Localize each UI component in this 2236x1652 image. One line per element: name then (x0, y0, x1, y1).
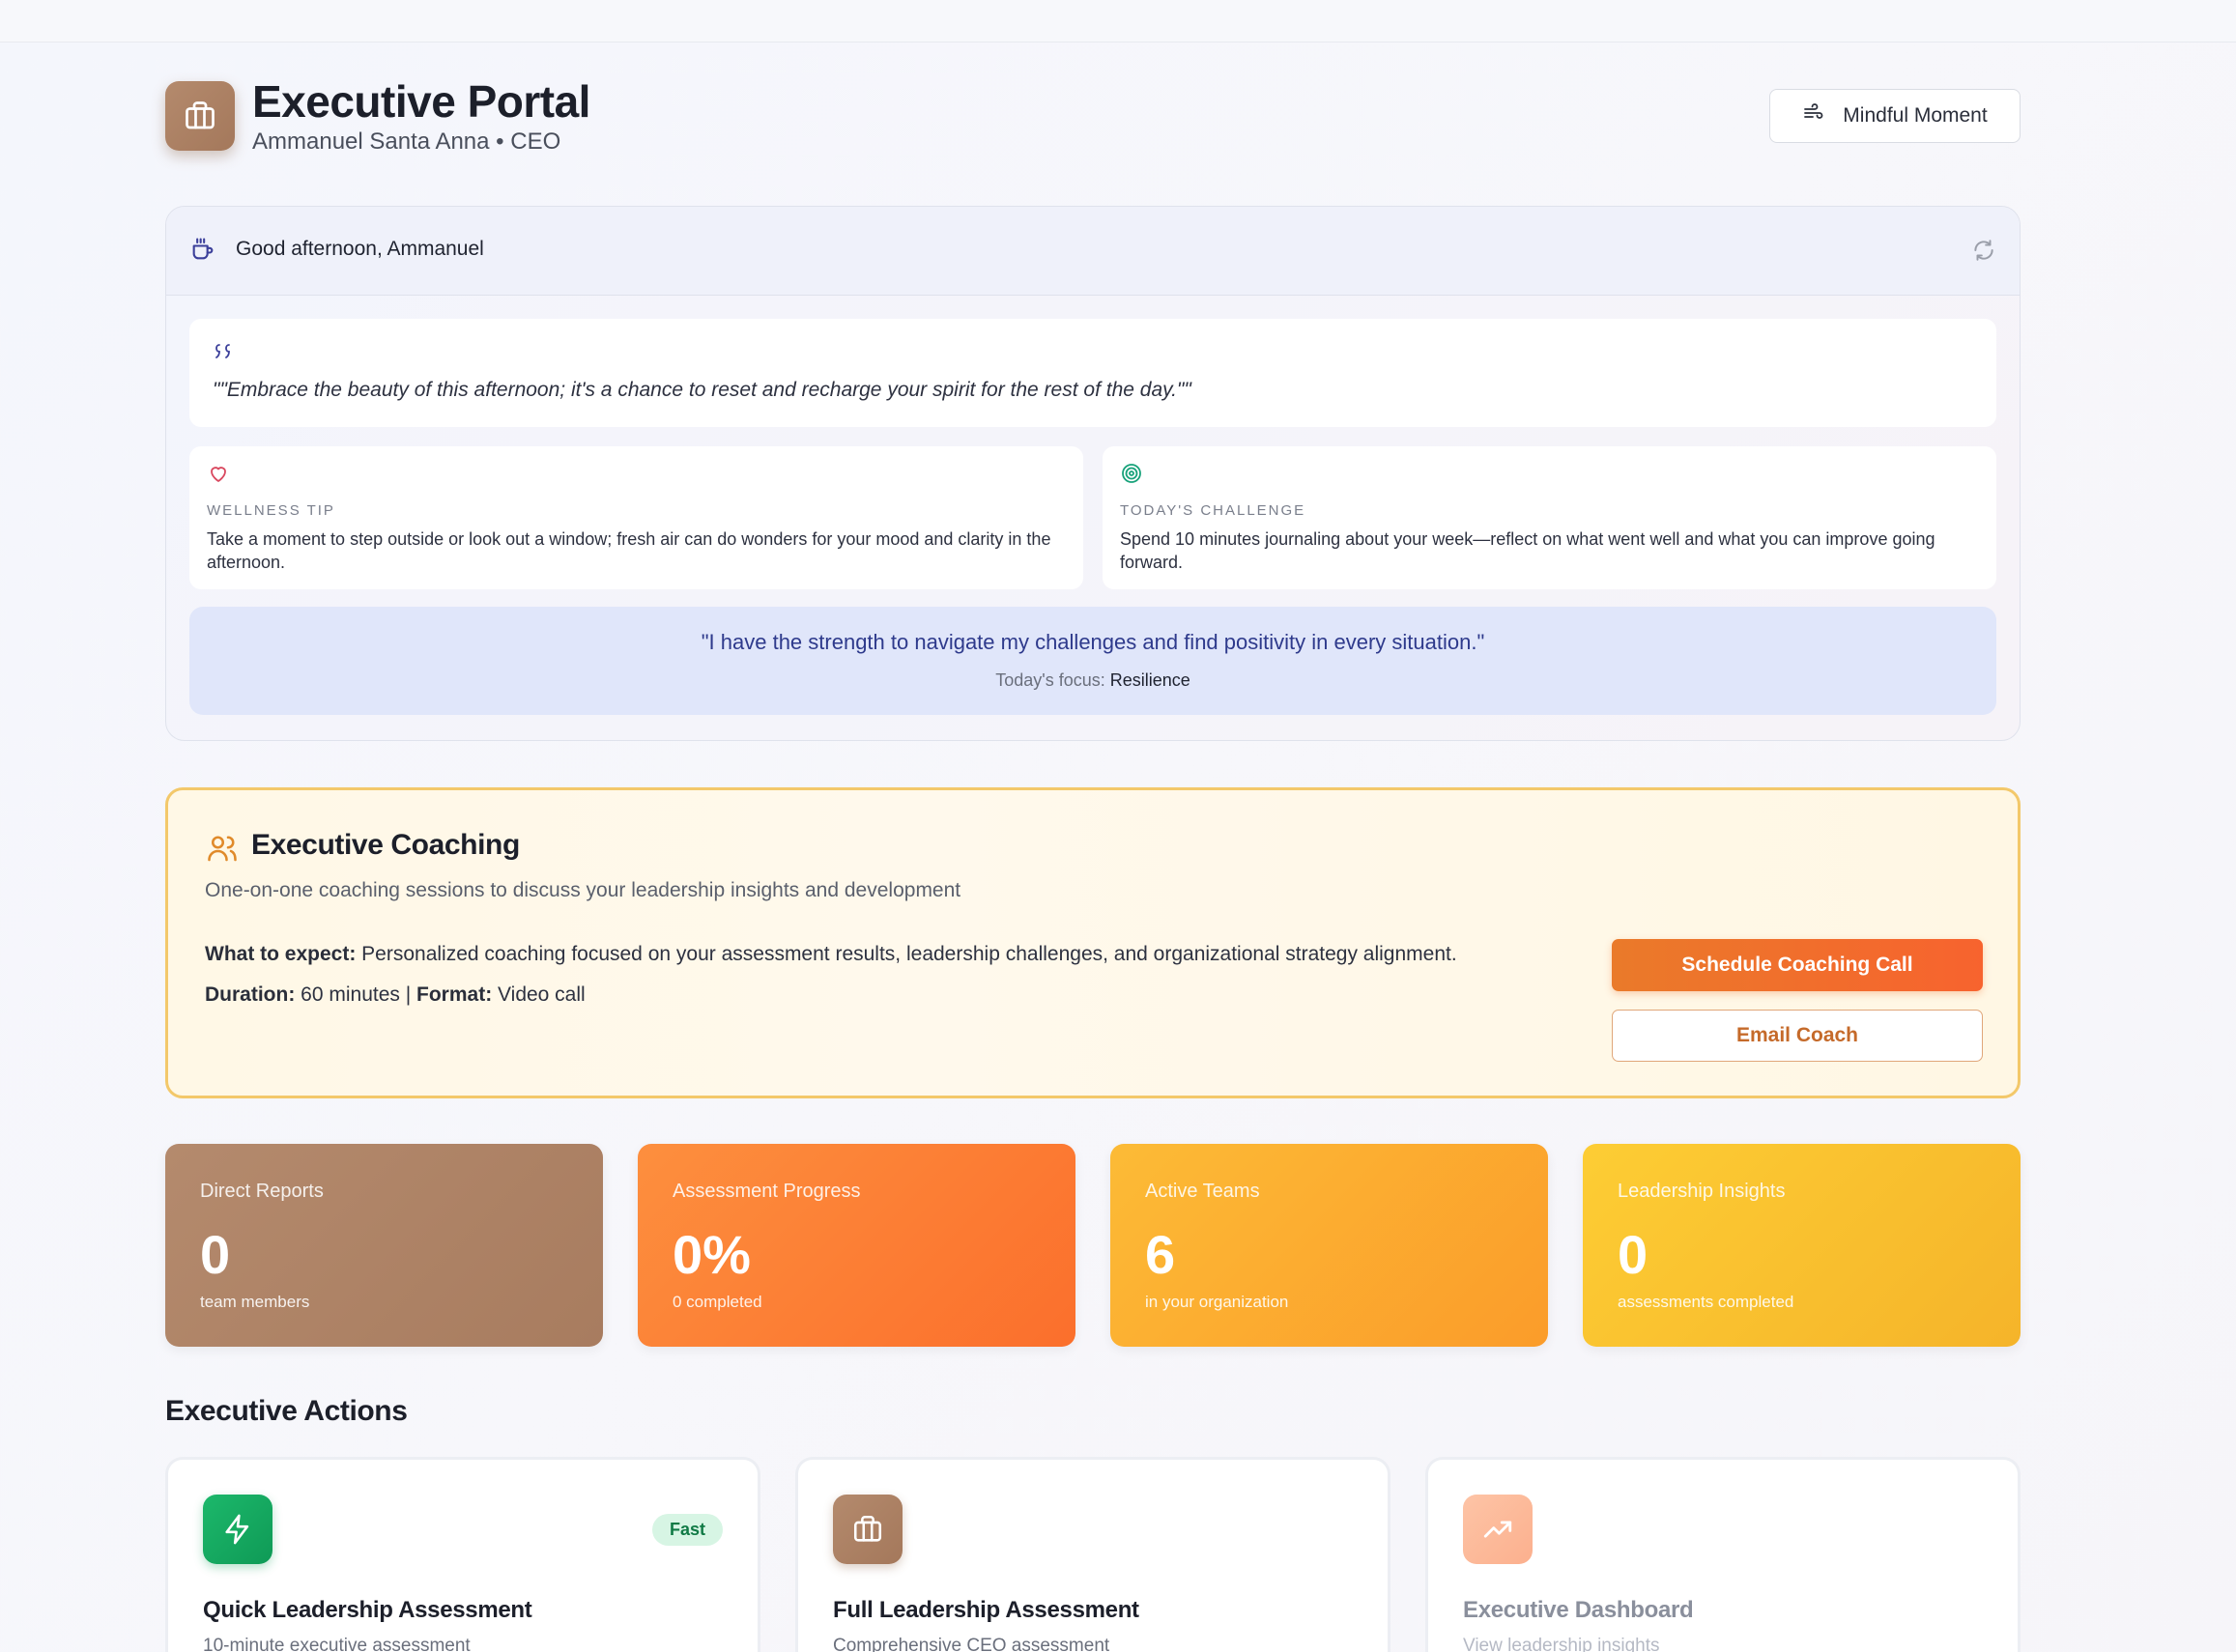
focus-line: Today's focus: Resilience (189, 670, 1996, 691)
duration-text: 60 minutes | (295, 983, 417, 1006)
format-text: Video call (492, 983, 586, 1006)
action-executive-dashboard[interactable]: Executive Dashboard View leadership insi… (1425, 1457, 2021, 1652)
refresh-icon[interactable] (1971, 238, 1996, 268)
duration-label: Duration: (205, 983, 296, 1006)
stat-label: Direct Reports (200, 1181, 324, 1202)
quote-box: ""Embrace the beauty of this afternoon; … (189, 319, 1996, 427)
action-desc: Comprehensive CEO assessment (833, 1636, 1110, 1652)
coaching-duration: Duration: 60 minutes | Format: Video cal… (205, 983, 586, 1007)
briefcase-logo-icon (165, 81, 235, 151)
focus-prefix: Today's focus: (995, 670, 1110, 690)
stat-card-assessment-progress: Assessment Progress 0% 0 completed (638, 1144, 1075, 1347)
briefcase-icon (833, 1495, 903, 1564)
page-title: Executive Portal (252, 76, 590, 127)
wellness-tip-box: WELLNESS TIP Take a moment to step outsi… (189, 446, 1083, 589)
mindful-moment-label: Mindful Moment (1843, 104, 1988, 127)
stat-value: 0 (200, 1224, 231, 1285)
fast-badge: Fast (651, 1514, 723, 1546)
action-quick-assessment[interactable]: Fast Quick Leadership Assessment 10-minu… (165, 1457, 760, 1652)
stat-sub: in your organization (1145, 1293, 1289, 1311)
page-header: Executive Portal Ammanuel Santa Anna • C… (165, 76, 2021, 168)
email-coach-button[interactable]: Email Coach (1612, 1010, 1983, 1062)
user-subtitle: Ammanuel Santa Anna • CEO (252, 128, 561, 155)
challenge-label: TODAY'S CHALLENGE (1120, 502, 1306, 519)
coaching-description: One-on-one coaching sessions to discuss … (205, 879, 961, 901)
quote-text: ""Embrace the beauty of this afternoon; … (213, 379, 1191, 401)
stat-label: Assessment Progress (673, 1181, 861, 1202)
coffee-cup-icon (189, 236, 216, 268)
target-icon (1120, 462, 1143, 490)
coaching-expect: What to expect: Personalized coaching fo… (205, 943, 1457, 966)
action-title: Quick Leadership Assessment (203, 1597, 532, 1623)
heart-icon (207, 462, 230, 490)
browser-top-bar (0, 0, 2236, 43)
expect-text: Personalized coaching focused on your as… (356, 943, 1457, 965)
greeting-card: Good afternoon, Ammanuel ""Embrace the b… (165, 206, 2021, 741)
stat-label: Active Teams (1145, 1181, 1260, 1202)
lightning-icon (203, 1495, 272, 1564)
greeting-header: Good afternoon, Ammanuel (166, 207, 2020, 296)
users-icon (205, 831, 240, 870)
stat-card-direct-reports: Direct Reports 0 team members (165, 1144, 603, 1347)
expect-label: What to expect: (205, 943, 357, 965)
action-title: Executive Dashboard (1463, 1597, 1694, 1623)
action-title: Full Leadership Assessment (833, 1597, 1139, 1623)
stat-value: 0% (673, 1224, 751, 1285)
trending-up-icon (1463, 1495, 1533, 1564)
focus-value: Resilience (1109, 670, 1190, 690)
stat-sub: 0 completed (673, 1293, 762, 1311)
challenge-text: Spend 10 minutes journaling about your w… (1120, 529, 1935, 572)
stat-label: Leadership Insights (1618, 1181, 1786, 1202)
stat-sub: team members (200, 1293, 310, 1311)
wellness-tip-text: Take a moment to step outside or look ou… (207, 529, 1051, 572)
greeting-text: Good afternoon, Ammanuel (236, 238, 484, 260)
stat-value: 6 (1145, 1224, 1176, 1285)
wind-icon (1802, 101, 1825, 130)
stat-card-active-teams: Active Teams 6 in your organization (1110, 1144, 1548, 1347)
action-desc: View leadership insights (1463, 1636, 1660, 1652)
stat-value: 0 (1618, 1224, 1648, 1285)
stat-sub: assessments completed (1618, 1293, 1794, 1311)
wellness-tip-label: WELLNESS TIP (207, 502, 335, 519)
format-label: Format: (416, 983, 493, 1006)
executive-coaching-card: Executive Coaching One-on-one coaching s… (165, 787, 2021, 1098)
action-desc: 10-minute executive assessment (203, 1636, 471, 1652)
affirmation-text: "I have the strength to navigate my chal… (701, 630, 1485, 654)
affirmation-box: "I have the strength to navigate my chal… (189, 607, 1996, 715)
mindful-moment-button[interactable]: Mindful Moment (1769, 89, 2021, 143)
stat-card-leadership-insights: Leadership Insights 0 assessments comple… (1583, 1144, 2021, 1347)
action-full-assessment[interactable]: Full Leadership Assessment Comprehensive… (795, 1457, 1390, 1652)
executive-actions-title: Executive Actions (165, 1395, 408, 1427)
quote-icon (213, 340, 236, 368)
coaching-title: Executive Coaching (251, 829, 520, 861)
schedule-coaching-call-button[interactable]: Schedule Coaching Call (1612, 939, 1983, 991)
challenge-box: TODAY'S CHALLENGE Spend 10 minutes journ… (1103, 446, 1996, 589)
